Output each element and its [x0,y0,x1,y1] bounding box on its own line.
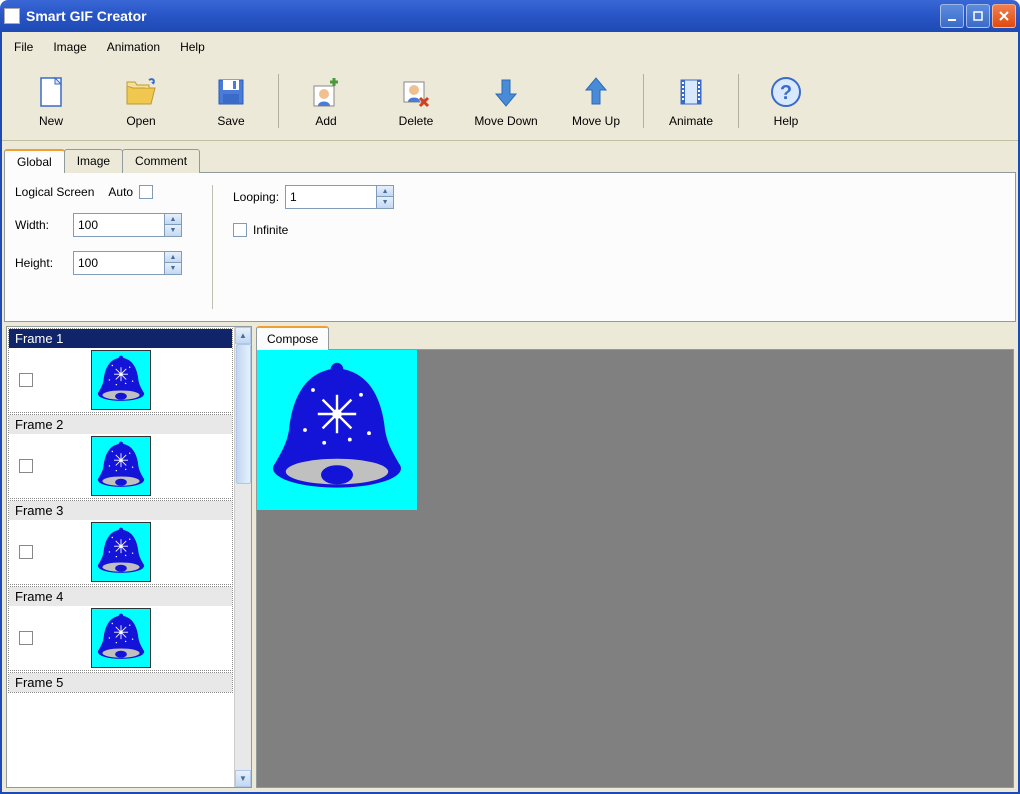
frame-checkbox[interactable] [19,459,33,473]
tab-compose[interactable]: Compose [256,326,329,350]
help-button[interactable]: ? Help [741,70,831,132]
arrow-up-icon [578,74,614,110]
frame-item[interactable]: Frame 4 [8,586,233,671]
frame-title: Frame 4 [9,587,232,606]
help-icon: ? [768,74,804,110]
scrollbar[interactable]: ▲ ▼ [234,327,251,787]
looping-input[interactable]: ▲▼ [285,185,394,209]
title-bar: Smart GIF Creator [0,0,1020,32]
compose-canvas[interactable] [256,349,1014,788]
open-button[interactable]: Open [96,70,186,132]
save-button[interactable]: Save [186,70,276,132]
window-title: Smart GIF Creator [26,8,940,24]
looping-up[interactable]: ▲ [377,186,393,197]
add-icon [308,74,344,110]
auto-label: Auto [108,185,133,199]
help-label: Help [774,114,799,128]
width-input[interactable]: ▲▼ [73,213,182,237]
arrow-down-icon [488,74,524,110]
frame-list-panel: Frame 1 Frame 2 Frame 3 [6,326,252,788]
auto-checkbox[interactable] [139,185,153,199]
frame-title: Frame 3 [9,501,232,520]
scroll-thumb[interactable] [236,344,251,484]
app-icon [4,8,20,24]
menu-help[interactable]: Help [170,36,215,58]
frame-title: Frame 1 [9,329,232,348]
animate-button[interactable]: Animate [646,70,736,132]
frame-item[interactable]: Frame 3 [8,500,233,585]
svg-text:?: ? [780,82,792,104]
delete-button[interactable]: Delete [371,70,461,132]
frame-checkbox[interactable] [19,545,33,559]
move-down-button[interactable]: Move Down [461,70,551,132]
open-label: Open [126,114,155,128]
frame-title: Frame 5 [9,673,232,692]
move-up-button[interactable]: Move Up [551,70,641,132]
save-label: Save [217,114,244,128]
width-down[interactable]: ▼ [165,225,181,236]
tab-comment[interactable]: Comment [122,149,200,173]
frame-item[interactable]: Frame 2 [8,414,233,499]
scroll-up-button[interactable]: ▲ [235,327,251,344]
frame-thumbnail [91,608,151,668]
add-label: Add [315,114,336,128]
new-button[interactable]: New [6,70,96,132]
toolbar: New Open Save Add Delete Move Down Move … [2,62,1018,141]
add-button[interactable]: Add [281,70,371,132]
move-down-label: Move Down [474,114,537,128]
menu-animation[interactable]: Animation [97,36,170,58]
minimize-button[interactable] [940,4,964,28]
save-icon [213,74,249,110]
menu-image[interactable]: Image [43,36,96,58]
close-button[interactable] [992,4,1016,28]
looping-down[interactable]: ▼ [377,197,393,208]
height-input[interactable]: ▲▼ [73,251,182,275]
animate-icon [673,74,709,110]
looping-label: Looping: [233,190,279,204]
height-up[interactable]: ▲ [165,252,181,263]
infinite-label: Infinite [253,223,288,237]
menu-bar: File Image Animation Help [2,32,1018,62]
infinite-checkbox[interactable] [233,223,247,237]
global-panel: Logical Screen Auto Width: ▲▼ Height: ▲▼ [4,172,1016,322]
height-field[interactable] [74,252,164,274]
tab-global[interactable]: Global [4,149,65,173]
frame-item[interactable]: Frame 1 [8,328,233,413]
frame-thumbnail [91,522,151,582]
new-icon [33,74,69,110]
animate-label: Animate [669,114,713,128]
move-up-label: Move Up [572,114,620,128]
new-label: New [39,114,63,128]
logical-screen-label: Logical Screen [15,185,94,199]
frame-thumbnail [91,350,151,410]
width-field[interactable] [74,214,164,236]
height-down[interactable]: ▼ [165,263,181,274]
delete-icon [398,74,434,110]
height-label: Height: [15,256,67,270]
maximize-button[interactable] [966,4,990,28]
frame-checkbox[interactable] [19,631,33,645]
frame-thumbnail [91,436,151,496]
delete-label: Delete [399,114,434,128]
menu-file[interactable]: File [4,36,43,58]
compose-preview [257,350,417,510]
tab-image[interactable]: Image [64,149,123,173]
frame-item[interactable]: Frame 5 [8,672,233,693]
frame-title: Frame 2 [9,415,232,434]
open-icon [123,74,159,110]
frame-list: Frame 1 Frame 2 Frame 3 [7,327,234,787]
width-up[interactable]: ▲ [165,214,181,225]
width-label: Width: [15,218,67,232]
looping-field[interactable] [286,186,376,208]
settings-tabs: Global Image Comment [4,149,1016,173]
scroll-down-button[interactable]: ▼ [235,770,251,787]
frame-checkbox[interactable] [19,373,33,387]
